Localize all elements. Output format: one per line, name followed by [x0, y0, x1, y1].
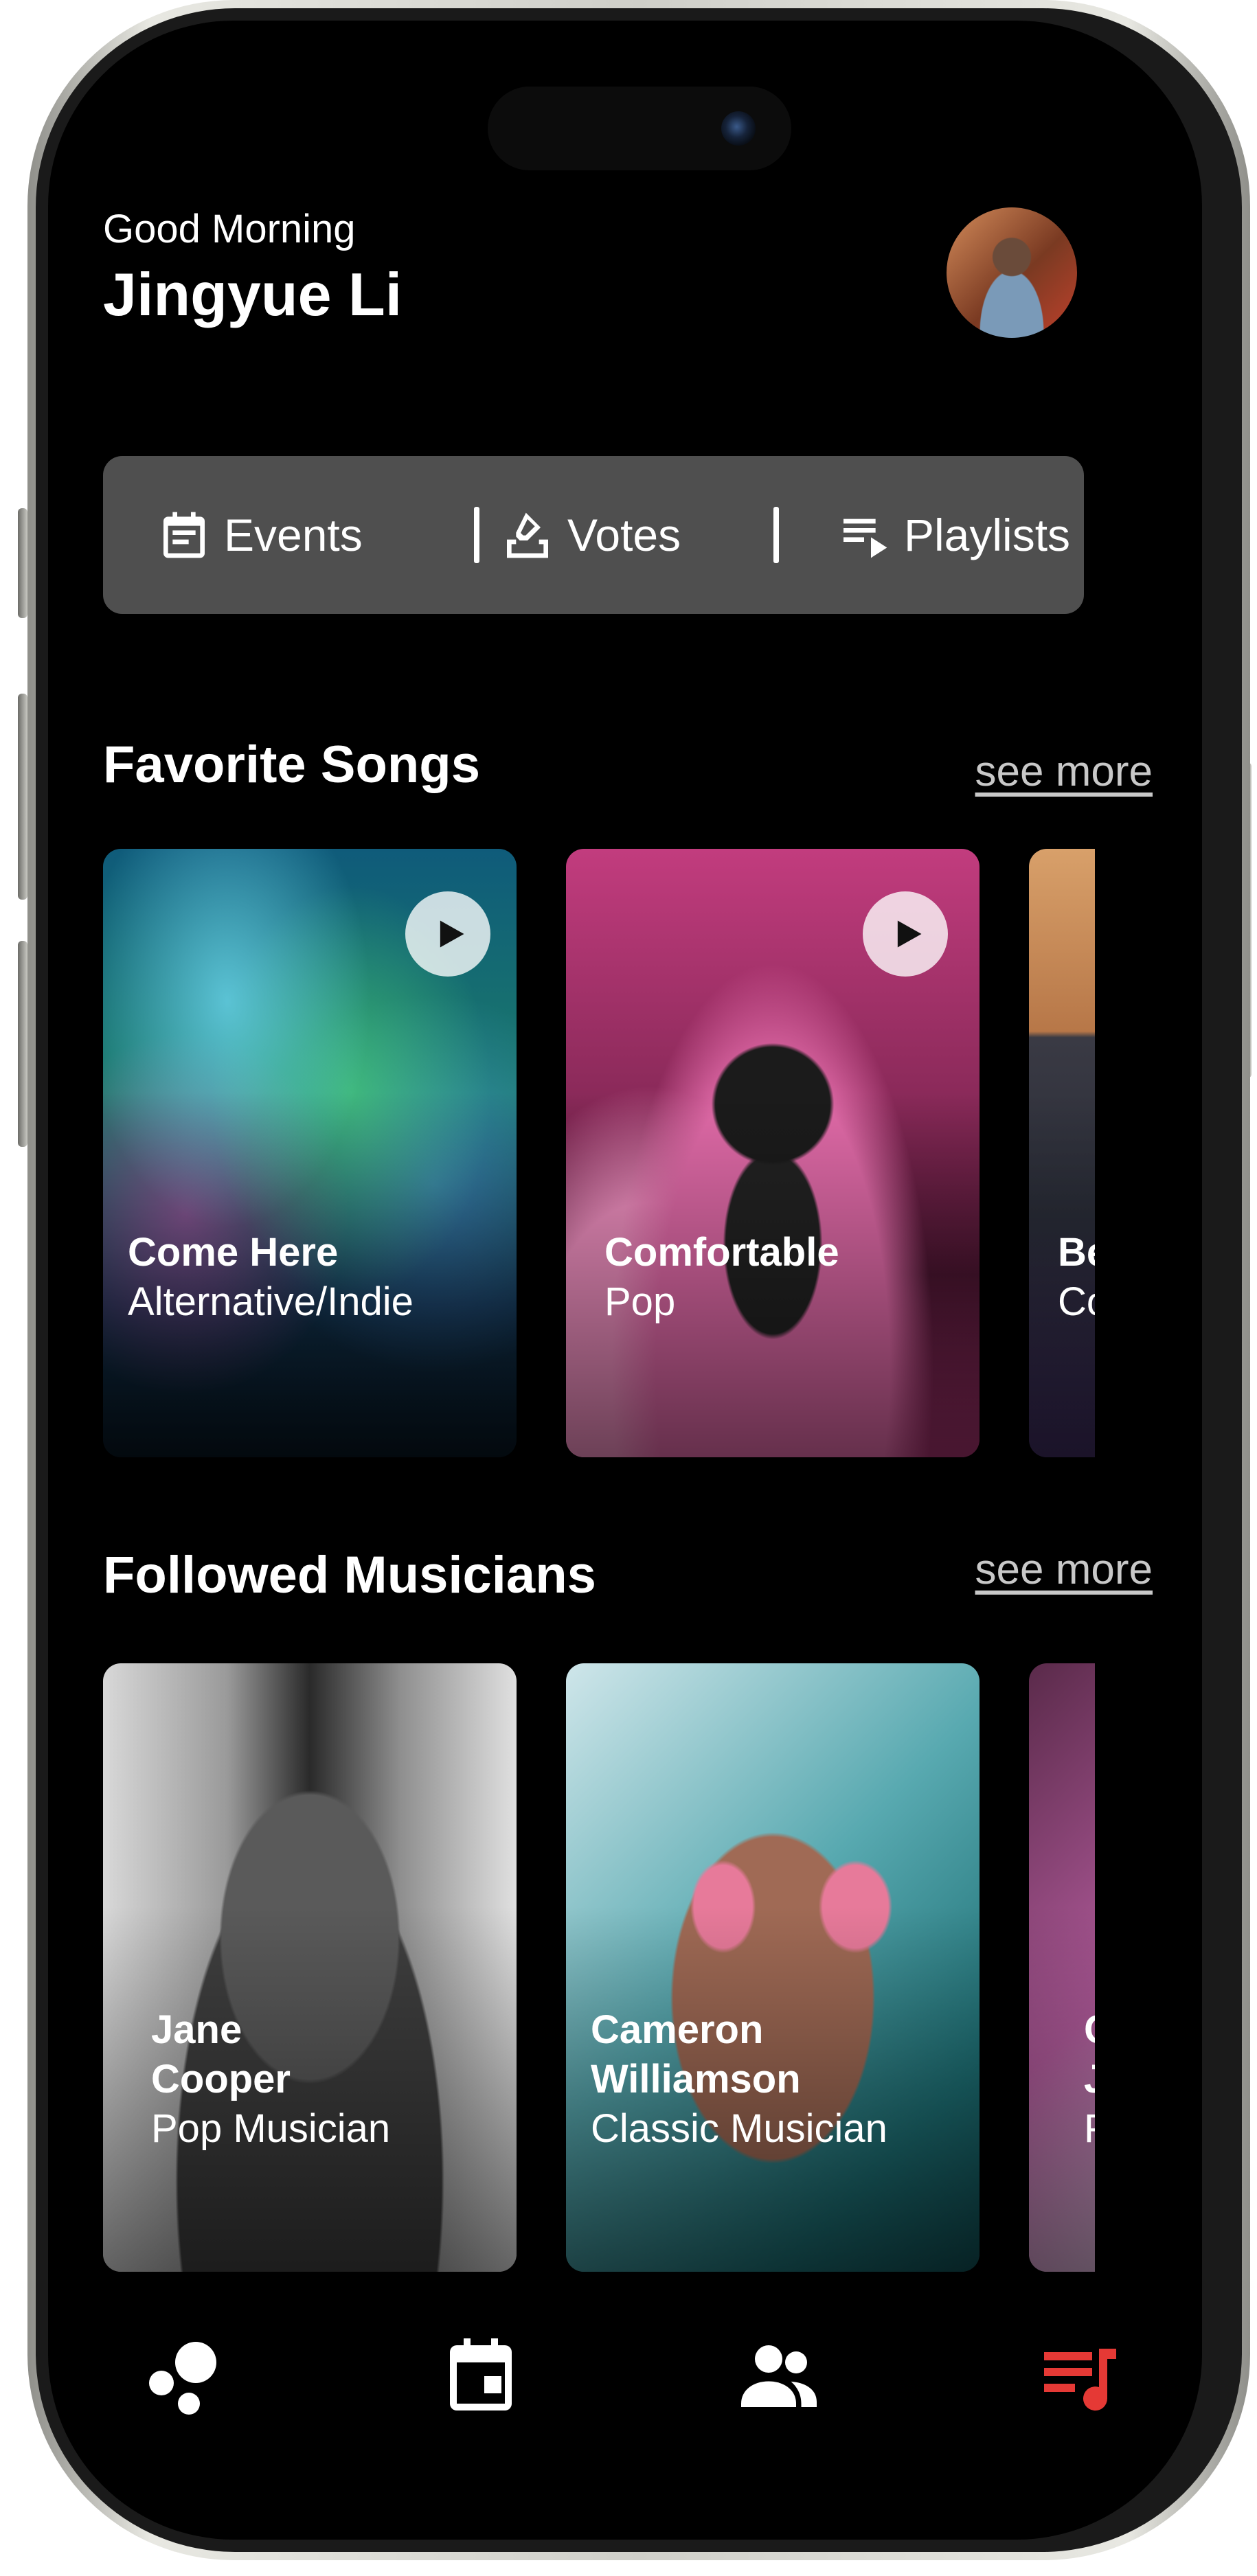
song-genre: Cour — [1058, 1279, 1095, 1324]
musician-role: Pop — [1084, 2104, 1095, 2154]
musician-card[interactable]: Cameron Williamson Classic Musician — [566, 1663, 979, 2272]
avatar[interactable] — [947, 207, 1077, 338]
play-button[interactable] — [863, 891, 948, 977]
tab-calendar[interactable] — [433, 2328, 529, 2424]
action-button — [18, 508, 27, 618]
music-queue-icon — [1044, 2349, 1116, 2411]
musician-card[interactable]: Cla Jan Pop — [1029, 1663, 1095, 2272]
votes-button[interactable]: Votes — [500, 456, 681, 614]
ballot-box-icon — [507, 512, 548, 558]
song-title: Comfortable — [604, 1230, 839, 1275]
musician-name-line2: Jan — [1084, 2055, 1095, 2104]
playlist-play-icon — [843, 518, 887, 558]
song-card[interactable]: Bette Cour — [1029, 849, 1095, 1457]
followed-musicians-title: Followed Musicians — [103, 1546, 596, 1604]
favorite-songs-title: Favorite Songs — [103, 736, 480, 794]
song-title: Bette — [1058, 1230, 1095, 1275]
song-genre: Alternative/Indie — [128, 1279, 414, 1324]
musician-name-line1: Jane — [151, 2007, 242, 2052]
volume-down-button — [18, 941, 27, 1147]
dynamic-island — [488, 87, 791, 170]
musician-role: Classic Musician — [591, 2106, 887, 2151]
calendar-event-icon — [450, 2338, 512, 2410]
song-genre: Pop — [604, 1279, 676, 1324]
tab-people[interactable] — [731, 2328, 827, 2424]
favorite-songs-see-more-link[interactable]: see more — [975, 747, 1153, 796]
quick-links-bar: Events Votes Playlists — [103, 456, 1084, 614]
tab-discover[interactable] — [137, 2328, 234, 2424]
segment-divider — [773, 507, 779, 563]
events-button[interactable]: Events — [157, 456, 363, 614]
playlists-button[interactable]: Playlists — [837, 456, 1070, 614]
tab-music-queue[interactable] — [1030, 2328, 1126, 2424]
votes-label: Votes — [567, 510, 681, 560]
musician-name-line2: Williamson — [591, 2057, 801, 2101]
musician-role: Pop Musician — [151, 2106, 391, 2151]
musician-card[interactable]: Jane Cooper Pop Musician — [103, 1663, 517, 2272]
musician-name-line1: Cameron — [591, 2007, 764, 2052]
song-card[interactable]: Comfortable Pop — [566, 849, 979, 1457]
user-name: Jingyue Li — [103, 260, 403, 328]
segment-divider — [474, 507, 479, 563]
playlists-label: Playlists — [904, 510, 1071, 560]
play-button[interactable] — [405, 891, 490, 977]
discover-bubbles-icon — [149, 2342, 216, 2415]
play-icon — [897, 920, 922, 948]
musician-name-line2: Cooper — [151, 2057, 291, 2101]
favorite-songs-carousel[interactable]: Come Here Alternative/Indie Comfortable … — [103, 849, 1095, 1457]
volume-up-button — [18, 694, 27, 900]
followed-musicians-see-more-link[interactable]: see more — [975, 1545, 1153, 1594]
people-icon — [741, 2345, 817, 2407]
song-title: Come Here — [128, 1230, 339, 1275]
greeting-text: Good Morning — [103, 207, 356, 251]
followed-musicians-carousel[interactable]: Jane Cooper Pop Musician Cameron William… — [103, 1663, 1095, 2272]
events-label: Events — [224, 510, 363, 560]
musician-name-line1: Cla — [1084, 2005, 1095, 2055]
play-icon — [440, 920, 464, 948]
song-card[interactable]: Come Here Alternative/Indie — [103, 849, 517, 1457]
calendar-list-icon — [163, 512, 205, 558]
front-camera-icon — [721, 111, 756, 146]
